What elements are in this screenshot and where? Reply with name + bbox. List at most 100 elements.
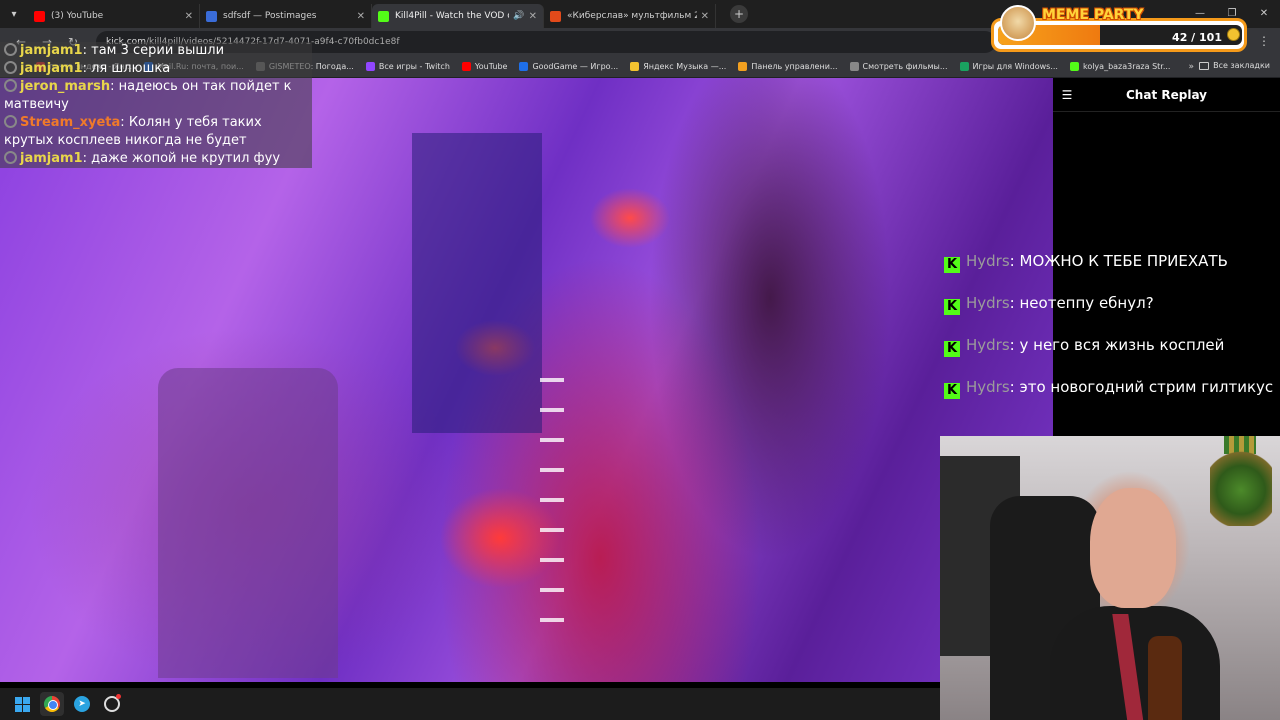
chat-colon: :	[82, 43, 92, 58]
tab-favicon-icon	[378, 10, 389, 22]
obs-taskbar-button[interactable]	[100, 692, 124, 716]
tab-close-icon[interactable]: ✕	[185, 11, 193, 22]
close-window-icon[interactable]: ✕	[1248, 0, 1280, 28]
kick-icon: K	[944, 299, 960, 315]
chat-menu-icon[interactable]: ☰	[1053, 88, 1081, 102]
replay-chat-message: K Hydrs: у него вся жизнь косплей	[944, 332, 1274, 359]
platform-icon	[4, 115, 17, 128]
bookmark-label: YouTube	[474, 62, 508, 71]
chat-colon: :	[1009, 294, 1020, 312]
meme-party-count: 42 / 101	[1172, 31, 1222, 44]
browser-tab[interactable]: «Киберслав» мультфильм 202 ✕	[544, 4, 716, 28]
bookmark-favicon-icon	[849, 62, 859, 71]
overlay-chat: jamjam1: там 3 серии вышли jamjam1: ля шл…	[0, 42, 312, 168]
chat-username: jamjam1	[20, 43, 83, 58]
video-background-door	[412, 133, 542, 433]
replay-chat-message: K Hydrs: неотеппу ебнул?	[944, 290, 1274, 317]
platform-icon	[4, 61, 17, 74]
bookmark-label: Смотреть фильмы...	[862, 62, 948, 71]
kick-icon: K	[944, 257, 960, 273]
chat-replay-header: ☰ Chat Replay	[1053, 78, 1280, 112]
bookmark-item[interactable]: kolya_baza3raza Str...	[1069, 62, 1171, 71]
video-string-lights	[540, 378, 564, 638]
tab-close-icon[interactable]: ✕	[529, 11, 537, 22]
bookmark-favicon-icon	[738, 62, 748, 71]
video-chair	[158, 368, 338, 678]
tab-close-icon[interactable]: ✕	[701, 11, 709, 22]
platform-icon	[4, 151, 17, 164]
bookmark-favicon-icon	[1069, 62, 1079, 71]
taskbar: ➤	[0, 688, 940, 720]
more-menu-icon[interactable]: ⋮	[1258, 34, 1270, 48]
chat-text: там 3 серии вышли	[91, 43, 225, 58]
chrome-taskbar-button[interactable]	[40, 692, 64, 716]
replay-chat-message: K Hydrs: это новогодний стрим гилтикус	[944, 374, 1274, 401]
bookmark-favicon-icon	[365, 62, 375, 71]
telegram-icon: ➤	[74, 696, 90, 712]
meme-party-title: MEME PARTY	[1042, 7, 1144, 23]
tab-close-icon[interactable]: ✕	[357, 11, 365, 22]
telegram-taskbar-button[interactable]: ➤	[70, 692, 94, 716]
bookmark-item[interactable]: Смотреть фильмы...	[849, 62, 948, 71]
recording-dot-icon	[116, 694, 121, 699]
tab-title: (3) YouTube	[51, 11, 104, 21]
chat-text: неотеппу ебнул?	[1019, 294, 1154, 312]
replay-chat-message: K Hydrs: МОЖНО К ТЕБЕ ПРИЕХАТЬ	[944, 248, 1274, 275]
chat-colon: :	[110, 79, 119, 94]
chat-colon: :	[82, 151, 92, 166]
bookmark-item[interactable]: Яндекс Музыка —...	[630, 62, 726, 71]
all-bookmarks-label: Все закладки	[1213, 61, 1270, 70]
bookmarks-overflow-icon[interactable]: »	[1188, 62, 1194, 72]
chat-text: это новогодний стрим гилтикус	[1019, 378, 1274, 396]
bookmark-label: Панель управлени...	[751, 62, 838, 71]
chat-colon: :	[120, 115, 129, 130]
overlay-chat-message: jamjam1: там 3 серии вышли	[0, 42, 312, 60]
chat-username: jamjam1	[20, 151, 83, 166]
replay-chat: K Hydrs: МОЖНО К ТЕБЕ ПРИЕХАТЬ K Hydrs: нео…	[944, 248, 1274, 416]
bookmark-label: GoodGame — Игро...	[532, 62, 619, 71]
meme-party-widget: 42 / 101 MEME PARTY	[991, 5, 1247, 52]
chat-username: Stream_xyeta	[20, 115, 121, 130]
webcam-person-head	[1090, 488, 1176, 608]
browser-tab[interactable]: sdfsdf — Postimages ✕	[200, 4, 372, 28]
tab-title: sdfsdf — Postimages	[223, 11, 317, 21]
screen: ▾ (3) YouTube ✕ sdfsdf — Postimages ✕ Kill4P…	[0, 0, 1280, 720]
speaker-icon[interactable]: 🔊	[513, 11, 524, 21]
chat-text: ля шлюшка	[91, 61, 171, 76]
chat-colon: :	[1009, 378, 1020, 396]
chat-text: МОЖНО К ТЕБЕ ПРИЕХАТЬ	[1019, 252, 1228, 270]
bookmark-item[interactable]: Панель управлени...	[738, 62, 838, 71]
video-player[interactable]	[0, 78, 1053, 682]
bookmark-item[interactable]: GoodGame — Игро...	[519, 62, 618, 71]
webcam-feed	[940, 436, 1280, 720]
start-button[interactable]	[10, 692, 34, 716]
chat-text: даже жопой не крутил фуу	[91, 151, 281, 166]
bookmark-item[interactable]: YouTube	[461, 62, 508, 71]
doge-icon	[1000, 5, 1036, 41]
browser-tab[interactable]: Kill4Pill - Watch the VOD o 🔊 ✕	[372, 4, 544, 28]
bookmark-item[interactable]: Все игры - Twitch	[365, 62, 450, 71]
chat-username: Hydrs	[966, 252, 1010, 270]
tab-favicon-icon	[550, 10, 561, 22]
coin-icon	[1227, 28, 1240, 41]
overlay-chat-message: jamjam1: ля шлюшка	[0, 60, 312, 78]
bookmark-favicon-icon	[630, 62, 640, 71]
overlay-chat-message: jamjam1: даже жопой не крутил фуу	[0, 150, 312, 168]
platform-icon	[4, 79, 17, 92]
all-bookmarks[interactable]: Все закладки	[1199, 61, 1270, 70]
bookmark-favicon-icon	[519, 62, 529, 71]
chat-colon: :	[1009, 336, 1020, 354]
kick-icon: K	[944, 341, 960, 357]
bookmark-item[interactable]: Игры для Windows...	[959, 62, 1058, 71]
medal-icon	[1210, 446, 1272, 526]
chat-username: jamjam1	[20, 61, 83, 76]
chat-text: у него вся жизнь косплей	[1019, 336, 1225, 354]
platform-icon	[4, 43, 17, 56]
bookmark-label: kolya_baza3raza Str...	[1082, 62, 1171, 71]
tab-search-icon[interactable]: ▾	[0, 0, 28, 28]
browser-tab[interactable]: (3) YouTube ✕	[28, 4, 200, 28]
bookmark-label: Яндекс Музыка —...	[643, 62, 727, 71]
chat-username: Hydrs	[966, 378, 1010, 396]
new-tab-button[interactable]: +	[730, 5, 748, 23]
chrome-icon	[44, 696, 60, 712]
